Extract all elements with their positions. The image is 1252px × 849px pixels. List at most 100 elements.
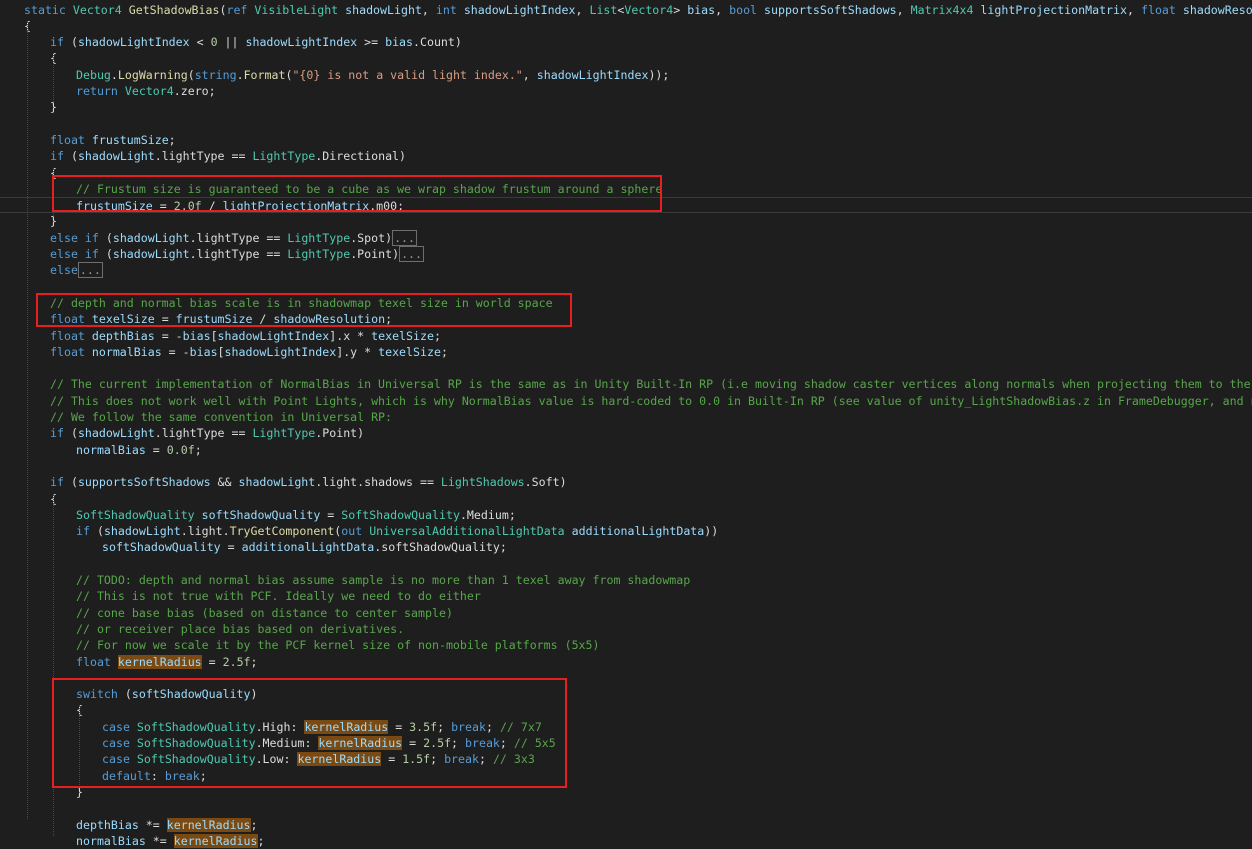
code-line[interactable]: { — [0, 165, 1252, 181]
code-token: shadowLightIndex — [463, 2, 576, 17]
code-line[interactable]: softShadowQuality = additionalLightData.… — [0, 539, 1252, 555]
code-line[interactable] — [0, 458, 1252, 474]
code-token: bias — [385, 35, 414, 50]
code-token: shadowLight — [77, 426, 155, 441]
code-token: bias — [687, 2, 716, 17]
code-token: LightType — [252, 426, 316, 441]
code-line[interactable] — [0, 279, 1252, 295]
code-line[interactable]: else if (shadowLight.lightType == LightT… — [0, 229, 1252, 246]
code-line[interactable] — [0, 116, 1252, 132]
code-line[interactable]: if (shadowLight.light.TryGetComponent(ou… — [0, 523, 1252, 539]
code-token: shadowLight — [103, 524, 181, 539]
code-token: > — [673, 2, 688, 17]
code-token: ; — [250, 817, 258, 832]
code-line[interactable]: case SoftShadowQuality.Low: kernelRadius… — [0, 751, 1252, 767]
code-token: ref — [226, 2, 255, 17]
code-token: ( — [63, 35, 78, 50]
code-token: shadowLight — [238, 475, 316, 490]
code-line[interactable]: float frustumSize; — [0, 132, 1252, 148]
code-token: depthBias — [76, 817, 139, 832]
code-token: ; — [194, 442, 202, 457]
code-token: supportsSoftShadows — [764, 2, 897, 17]
code-line[interactable]: if (shadowLight.lightType == LightType.D… — [0, 148, 1252, 164]
code-line[interactable]: case SoftShadowQuality.High: kernelRadiu… — [0, 719, 1252, 735]
code-line[interactable]: // This does not work well with Point Li… — [0, 393, 1252, 409]
code-line[interactable]: // cone base bias (based on distance to … — [0, 605, 1252, 621]
code-token: "{0} is not a valid light index." — [292, 67, 523, 82]
code-line[interactable]: float depthBias = -bias[shadowLightIndex… — [0, 328, 1252, 344]
code-token: , — [1127, 2, 1141, 17]
code-line[interactable] — [0, 800, 1252, 816]
code-line[interactable]: frustumSize = 2.0f / lightProjectionMatr… — [0, 197, 1252, 214]
code-line[interactable]: normalBias *= kernelRadius; — [0, 833, 1252, 849]
code-line[interactable] — [0, 360, 1252, 376]
code-line[interactable]: // Frustum size is guaranteed to be a cu… — [0, 181, 1252, 197]
code-token: .light. — [180, 524, 230, 539]
code-line[interactable]: { — [0, 50, 1252, 66]
code-token: SoftShadowQuality — [136, 719, 256, 734]
code-token: float — [50, 132, 92, 147]
code-token: [ — [210, 328, 218, 343]
code-token: ( — [63, 475, 78, 490]
code-token: .Low: — [255, 752, 298, 767]
code-line[interactable]: SoftShadowQuality softShadowQuality = So… — [0, 507, 1252, 523]
code-token: // This is not true with PCF. Ideally we… — [76, 589, 481, 604]
code-line[interactable] — [0, 556, 1252, 572]
code-token: kernelRadius — [318, 736, 403, 750]
code-line[interactable]: float texelSize = frustumSize / shadowRe… — [0, 311, 1252, 327]
code-line[interactable]: if (shadowLightIndex < 0 || shadowLightI… — [0, 34, 1252, 50]
code-line[interactable]: float kernelRadius = 2.5f; — [0, 654, 1252, 670]
code-line[interactable]: depthBias *= kernelRadius; — [0, 817, 1252, 833]
code-line[interactable]: // or receiver place bias based on deriv… — [0, 621, 1252, 637]
collapsed-region-button[interactable]: ... — [392, 229, 418, 246]
code-token: static — [24, 2, 73, 17]
code-line[interactable]: // For now we scale it by the PCF kernel… — [0, 637, 1252, 653]
code-token: shadowLightIndex — [77, 35, 190, 50]
code-line[interactable]: } — [0, 99, 1252, 115]
code-line[interactable]: { — [0, 18, 1252, 34]
code-token: SoftShadowQuality — [136, 752, 256, 767]
code-line[interactable]: // This is not true with PCF. Ideally we… — [0, 588, 1252, 604]
code-token: ) — [250, 687, 258, 702]
code-token: )) — [704, 524, 719, 539]
code-line[interactable]: // We follow the same convention in Univ… — [0, 409, 1252, 425]
code-token: // 7x7 — [499, 719, 542, 734]
code-token: , — [421, 2, 436, 17]
code-line[interactable]: // depth and normal bias scale is in sha… — [0, 295, 1252, 311]
code-line[interactable] — [0, 670, 1252, 686]
collapsed-region-button[interactable]: ... — [77, 262, 103, 279]
indent-guide — [53, 53, 54, 103]
code-token: 3.5f — [409, 719, 438, 734]
code-line[interactable]: static Vector4 GetShadowBias(ref Visible… — [0, 2, 1252, 18]
code-line[interactable]: else if (shadowLight.lightType == LightT… — [0, 246, 1252, 262]
code-token: .zero; — [173, 84, 216, 98]
code-token: ; — [437, 719, 452, 734]
code-line[interactable]: if (supportsSoftShadows && shadowLight.l… — [0, 474, 1252, 490]
code-line[interactable]: case SoftShadowQuality.Medium: kernelRad… — [0, 735, 1252, 751]
code-line[interactable]: // The current implementation of NormalB… — [0, 376, 1252, 392]
code-token: kernelRadius — [117, 654, 202, 669]
code-line[interactable]: // TODO: depth and normal bias assume sa… — [0, 572, 1252, 588]
code-line[interactable]: else... — [0, 262, 1252, 279]
code-editor[interactable]: static Vector4 GetShadowBias (ref Visible… — [0, 0, 1252, 848]
code-token: *= — [138, 817, 167, 832]
code-line[interactable]: normalBias = 0.0f; — [0, 442, 1252, 458]
code-token: break — [444, 752, 479, 767]
code-token: LightShadows — [440, 475, 525, 490]
code-line[interactable]: default: break; — [0, 768, 1252, 784]
code-token: // 5x5 — [513, 736, 556, 750]
code-line[interactable]: return Vector4.zero; — [0, 83, 1252, 99]
code-line[interactable]: Debug.LogWarning(string.Format("{0} is n… — [0, 67, 1252, 83]
code-line[interactable]: } — [0, 213, 1252, 229]
code-line[interactable]: if (shadowLight.lightType == LightType.P… — [0, 425, 1252, 441]
code-token: normalBias — [76, 833, 146, 848]
code-line[interactable]: } — [0, 784, 1252, 800]
code-token: // 3x3 — [492, 752, 535, 767]
code-line[interactable]: float normalBias = -bias[shadowLightInde… — [0, 344, 1252, 360]
code-line[interactable]: switch (softShadowQuality) — [0, 686, 1252, 702]
code-token: 0.0f — [166, 442, 195, 457]
code-token: texelSize — [91, 312, 155, 327]
code-line[interactable]: { — [0, 702, 1252, 718]
code-line[interactable]: { — [0, 491, 1252, 507]
collapsed-region-button[interactable]: ... — [399, 246, 425, 262]
